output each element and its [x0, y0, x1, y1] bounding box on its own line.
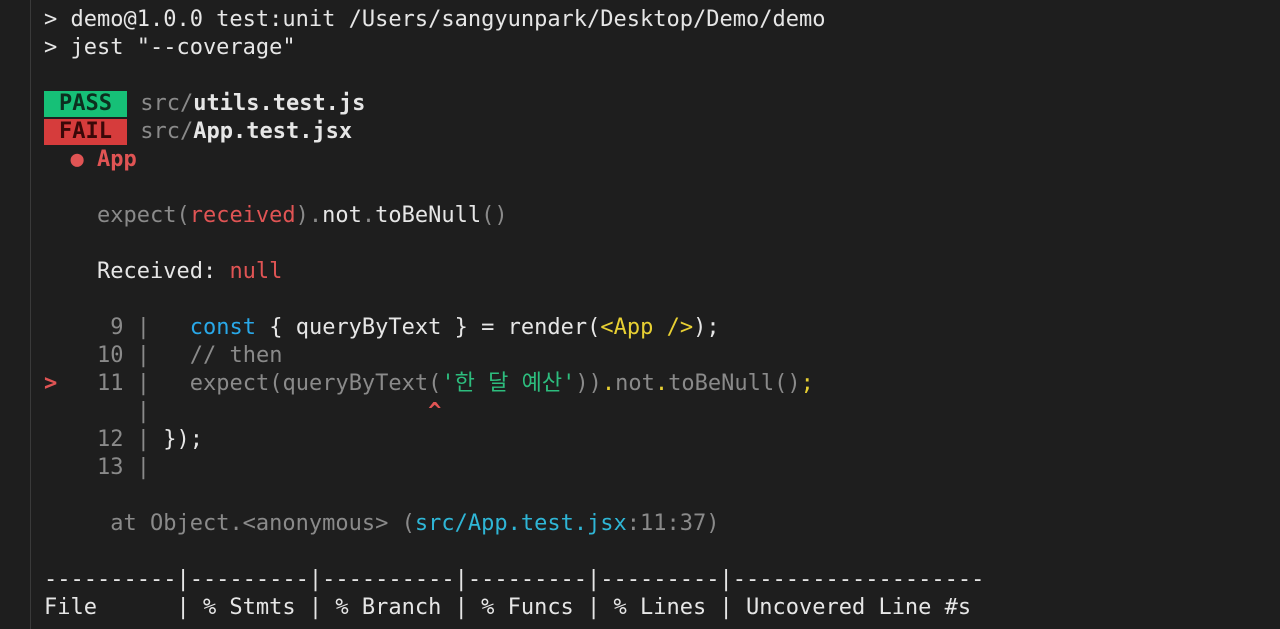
result-file: App.test.jsx	[193, 119, 353, 144]
code-bar: |	[136, 343, 150, 368]
code-text: expect(queryByText(	[189, 371, 442, 396]
code-bar: |	[136, 371, 150, 396]
expect-dot: .	[361, 203, 376, 228]
expect-matcher: toBeNull	[375, 203, 482, 228]
expect-dot: .	[308, 203, 323, 228]
expect-signature: expect(received).not.toBeNull()	[44, 202, 1280, 230]
code-not: not	[615, 371, 655, 396]
code-text: ))	[575, 371, 602, 396]
code-dot: .	[601, 371, 616, 396]
code-string: '한 달 예산'	[441, 371, 576, 396]
code-line-10: 10 | // then	[44, 342, 1280, 370]
code-end: );	[693, 315, 720, 340]
stack-position: :11:37)	[626, 511, 720, 536]
code-bar: |	[136, 427, 150, 452]
code-text: { queryByText } =	[255, 315, 508, 340]
expect-not: not	[322, 203, 362, 228]
code-bar: |	[136, 399, 150, 424]
code-render: render(	[507, 315, 601, 340]
result-dir: src/	[140, 119, 194, 144]
stack-at: at Object.<anonymous> (	[110, 511, 415, 536]
code-comment: // then	[189, 343, 283, 368]
failure-bullet-icon: ●	[70, 147, 84, 172]
code-bar: |	[136, 455, 150, 480]
command-line-2: > jest "--coverage"	[44, 35, 296, 60]
line-number: 11	[97, 371, 124, 396]
result-file: utils.test.js	[193, 91, 366, 116]
line-number: 9	[110, 315, 124, 340]
test-result-row: PASS src/utils.test.js	[44, 90, 1280, 118]
code-bar: |	[136, 315, 150, 340]
expect-fn: expect(	[96, 203, 190, 228]
terminal-gutter	[30, 0, 31, 629]
expect-received: received	[189, 203, 296, 228]
code-line-9: 9 | const { queryByText } = render(<App …	[44, 314, 1280, 342]
error-line-marker: >	[44, 371, 58, 396]
code-line-13: 13 |	[44, 454, 1280, 482]
error-caret-icon: ^	[428, 399, 442, 424]
code-text: });	[163, 427, 203, 452]
received-row: Received: null	[44, 258, 1280, 286]
command-line-1: > demo@1.0.0 test:unit /Users/sangyunpar…	[44, 7, 826, 32]
caret-line: | ^	[44, 398, 1280, 426]
failure-test-name: App	[97, 147, 137, 172]
stack-path-link[interactable]: src/App.test.jsx	[415, 511, 627, 536]
code-line-11: > 11 | expect(queryByText('한 달 예산')).not…	[44, 370, 1280, 398]
failure-title-row: ● App	[44, 146, 1280, 174]
code-dot: .	[654, 371, 669, 396]
line-number: 10	[96, 343, 124, 368]
code-jsx: <App />	[600, 315, 694, 340]
coverage-header: File | % Stmts | % Branch | % Funcs | % …	[44, 595, 972, 620]
test-result-row: FAIL src/App.test.jsx	[44, 118, 1280, 146]
received-label: Received:	[96, 259, 230, 284]
result-dir: src/	[140, 91, 194, 116]
stack-trace: at Object.<anonymous> (src/App.test.jsx:…	[44, 510, 1280, 538]
pass-badge: PASS	[44, 91, 127, 117]
expect-parens: ()	[481, 203, 508, 228]
code-tail: toBeNull()	[668, 371, 801, 396]
expect-close: )	[295, 203, 309, 228]
line-number: 12	[96, 427, 124, 452]
code-line-12: 12 | });	[44, 426, 1280, 454]
keyword-const: const	[189, 315, 256, 340]
line-number: 13	[96, 455, 124, 480]
fail-badge: FAIL	[44, 119, 127, 145]
terminal-output[interactable]: > demo@1.0.0 test:unit /Users/sangyunpar…	[44, 6, 1280, 622]
code-semicolon: ;	[800, 371, 814, 396]
coverage-divider: ----------|---------|----------|--------…	[44, 567, 985, 592]
received-value: null	[229, 259, 283, 284]
